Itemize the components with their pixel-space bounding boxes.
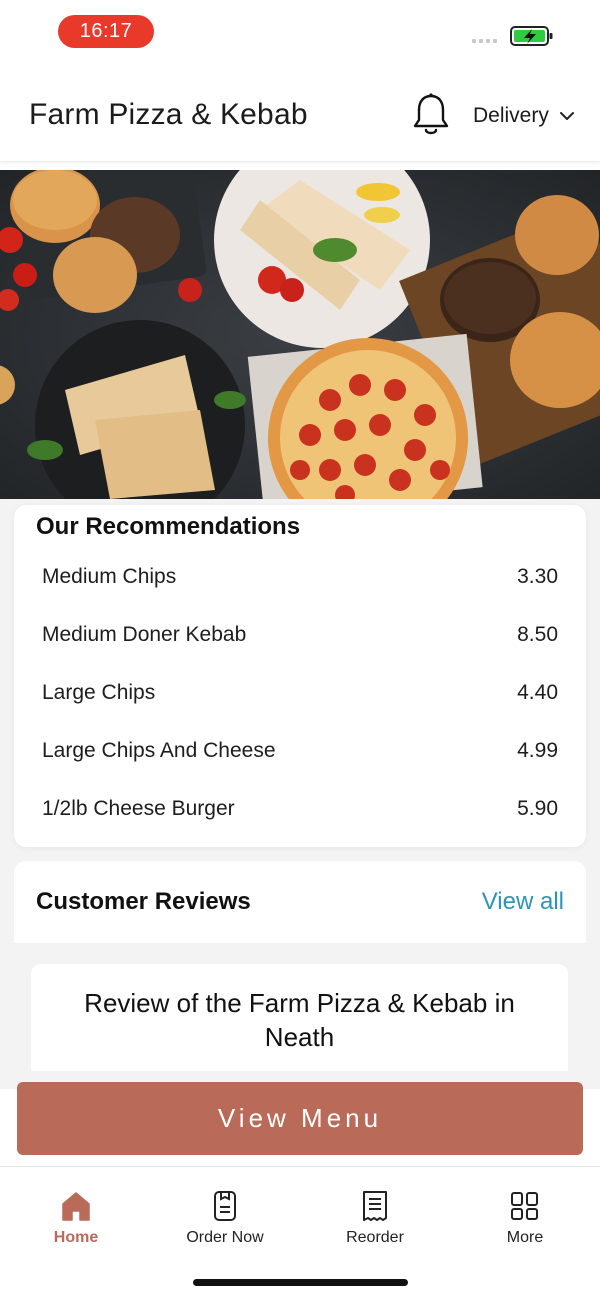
- home-indicator: [193, 1279, 408, 1286]
- grid-icon: [511, 1192, 538, 1220]
- item-name: 1/2lb Cheese Burger: [42, 797, 235, 820]
- hero-food-image: [0, 170, 600, 499]
- delivery-mode-label: Delivery: [473, 104, 549, 127]
- reviews-header: Customer Reviews View all: [14, 861, 586, 943]
- reviews-title: Customer Reviews: [36, 888, 251, 915]
- customer-reviews-card: Customer Reviews View all Review of the …: [14, 861, 586, 1071]
- bottom-navigation: Home Order Now Reorder More: [0, 1166, 600, 1298]
- status-bar: 16:17: [0, 0, 600, 64]
- bell-icon[interactable]: [410, 92, 452, 138]
- review-heading: Review of the Farm Pizza & Kebab in Neat…: [84, 988, 515, 1052]
- item-price: 3.30: [517, 565, 558, 588]
- recommendation-item[interactable]: Medium Chips 3.30: [42, 557, 558, 597]
- nav-more-label: More: [506, 1229, 544, 1246]
- app-header: Farm Pizza & Kebab Delivery: [0, 64, 600, 162]
- nav-order-now[interactable]: Order Now: [165, 1189, 285, 1247]
- status-time: 16:17: [58, 15, 154, 48]
- nav-home-label: Home: [53, 1229, 99, 1246]
- recommendation-item[interactable]: Large Chips 4.40: [42, 673, 558, 713]
- nav-home[interactable]: Home: [16, 1189, 136, 1247]
- delivery-mode-selector[interactable]: Delivery: [473, 104, 575, 128]
- restaurant-title: Farm Pizza & Kebab: [29, 98, 308, 131]
- view-menu-button[interactable]: View Menu: [17, 1082, 583, 1155]
- receipt-icon: [363, 1191, 387, 1221]
- item-name: Medium Chips: [42, 565, 177, 588]
- recommendation-item[interactable]: Large Chips And Cheese 4.99: [42, 731, 558, 771]
- item-name: Large Chips And Cheese: [42, 739, 276, 762]
- recommendations-title: Our Recommendations: [36, 513, 301, 540]
- recommendation-item[interactable]: 1/2lb Cheese Burger 5.90: [42, 789, 558, 829]
- item-price: 5.90: [517, 797, 558, 820]
- item-name: Large Chips: [42, 681, 156, 704]
- view-all-reviews-link[interactable]: View all: [482, 888, 564, 916]
- chevron-down-icon: [559, 112, 574, 120]
- item-price: 4.99: [517, 739, 558, 762]
- nav-order-now-label: Order Now: [186, 1229, 264, 1246]
- item-name: Medium Doner Kebab: [42, 623, 247, 646]
- order-icon: [214, 1191, 236, 1221]
- recommendation-item[interactable]: Medium Doner Kebab 8.50: [42, 615, 558, 655]
- battery-icon: [510, 26, 553, 46]
- nav-more[interactable]: More: [465, 1189, 585, 1247]
- signal-icon: [472, 39, 497, 43]
- review-card[interactable]: Review of the Farm Pizza & Kebab in Neat…: [31, 964, 568, 1071]
- nav-reorder-label: Reorder: [346, 1229, 404, 1246]
- nav-reorder[interactable]: Reorder: [315, 1189, 435, 1247]
- item-price: 8.50: [517, 623, 558, 646]
- item-price: 4.40: [517, 681, 558, 704]
- recommendations-card: Our Recommendations Medium Chips 3.30 Me…: [14, 505, 586, 847]
- home-icon: [62, 1192, 90, 1221]
